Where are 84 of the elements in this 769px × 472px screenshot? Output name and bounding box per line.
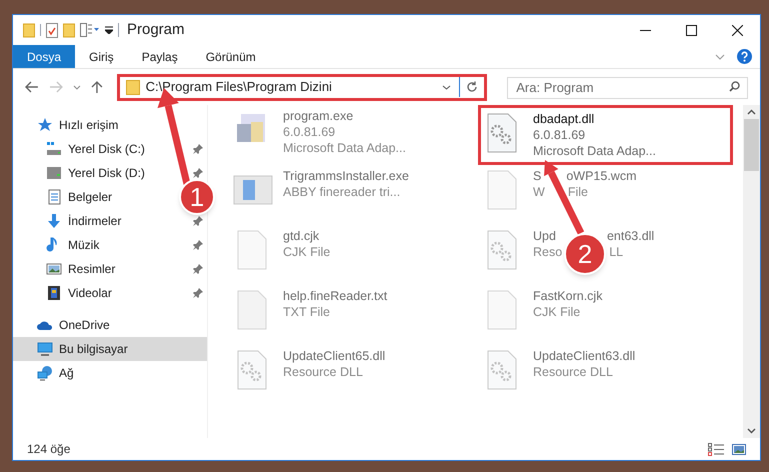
- file-detail: Resource DLL: [533, 364, 613, 381]
- file-detail: 6.0.81.69: [283, 124, 336, 141]
- pin-icon[interactable]: [193, 264, 203, 274]
- file-name: TrigrammsInstaller.exe: [283, 168, 409, 185]
- expand-ribbon-icon[interactable]: [715, 54, 725, 60]
- address-dropdown-icon[interactable]: [442, 84, 452, 90]
- file-name: help.fineReader.txt: [283, 288, 388, 305]
- recent-locations-icon[interactable]: [72, 84, 81, 90]
- sidebar-item[interactable]: Belgeler: [68, 188, 112, 206]
- file-detail: W: [533, 184, 545, 201]
- file-detail: File: [568, 184, 588, 201]
- file-name: oWP15.wcm: [566, 168, 636, 185]
- document-icon: [46, 189, 62, 205]
- scroll-up-icon[interactable]: [747, 109, 756, 115]
- file-name: UpdateClient65.dll: [283, 348, 386, 365]
- pin-icon[interactable]: [193, 216, 203, 226]
- details-view-icon[interactable]: [708, 442, 724, 456]
- up-icon[interactable]: [90, 80, 103, 94]
- ribbon-tab[interactable]: Dosya: [13, 45, 76, 68]
- minimize-icon: [640, 28, 650, 32]
- sidebar-item[interactable]: Resimler: [68, 260, 116, 278]
- sidebar-item[interactable]: Yerel Disk (C:): [68, 140, 145, 158]
- file-name: S: [533, 168, 542, 185]
- film-icon: [46, 285, 62, 301]
- sidebar-item[interactable]: Hızlı erişim: [59, 116, 118, 134]
- file-name: gtd.cjk: [283, 228, 320, 245]
- file-detail: CJK File: [533, 304, 580, 321]
- file-detail: Reso: [533, 244, 562, 261]
- file-detail: LL: [609, 244, 624, 261]
- close-icon: [732, 24, 742, 36]
- pin-icon[interactable]: [193, 288, 203, 298]
- file-detail: Resource DLL: [283, 364, 363, 381]
- back-icon[interactable]: [25, 81, 39, 93]
- star-icon: [37, 117, 53, 133]
- search-field[interactable]: Ara: Program: [507, 76, 748, 98]
- search-icon[interactable]: [729, 81, 740, 92]
- sidebar-item[interactable]: İndirmeler: [68, 212, 122, 230]
- large-icons-view-icon[interactable]: [732, 444, 746, 454]
- sidebar-item[interactable]: Videolar: [68, 284, 112, 302]
- drive-icon: [46, 141, 62, 157]
- picture-icon: [46, 261, 62, 277]
- scroll-down-icon[interactable]: [747, 428, 756, 434]
- file-detail: TXT File: [283, 304, 330, 321]
- new-folder-icon[interactable]: [63, 22, 75, 38]
- file-name: ent63.dll: [606, 228, 654, 245]
- scrollbar[interactable]: [743, 105, 760, 438]
- properties-icon[interactable]: [46, 22, 58, 38]
- network-icon: [37, 365, 53, 381]
- address-bar[interactable]: C:\Program Files\Program Dizini: [116, 74, 488, 100]
- sidebar-item[interactable]: Bu bilgisayar: [13, 337, 207, 361]
- pin-icon[interactable]: [193, 168, 203, 178]
- file-name: dbadapt.dll: [533, 110, 594, 128]
- file-detail: CJK File: [283, 244, 330, 261]
- sidebar-item[interactable]: Ağ: [59, 364, 74, 382]
- view-list-icon[interactable]: [80, 23, 100, 37]
- help-icon[interactable]: [737, 49, 752, 64]
- sidebar-item[interactable]: OneDrive: [59, 316, 110, 334]
- maximize-icon: [686, 24, 696, 36]
- window-title: Program: [127, 20, 185, 40]
- customize-toolbar-icon[interactable]: [105, 26, 113, 34]
- scroll-thumb[interactable]: [744, 119, 759, 171]
- file-name: program.exe: [283, 108, 354, 125]
- address-path: C:\Program Files\Program Dizini: [146, 78, 332, 96]
- file-detail: 6.0.81.69: [533, 126, 586, 144]
- sidebar-item[interactable]: Müzik: [68, 236, 100, 254]
- pin-icon[interactable]: [193, 144, 203, 154]
- item-count: 124 öğe: [27, 441, 70, 458]
- file-name: Upd: [533, 228, 556, 245]
- file-name: FastKorn.cjk: [533, 288, 602, 305]
- drive-icon: [46, 165, 62, 181]
- folder-icon[interactable]: [23, 22, 35, 38]
- folder-icon: [126, 80, 140, 94]
- ribbon-tab[interactable]: Görünüm: [192, 45, 270, 68]
- file-detail: ABBY finereader tri...: [283, 184, 400, 201]
- file-detail: Microsoft Data Adap...: [533, 142, 656, 160]
- pin-icon[interactable]: [193, 240, 203, 250]
- ribbon-tab[interactable]: Giriş: [75, 45, 128, 68]
- refresh-icon[interactable]: [466, 81, 478, 93]
- file-detail: Microsoft Data Adap...: [283, 140, 406, 157]
- monitor-icon: [37, 341, 53, 357]
- sidebar-item[interactable]: Yerel Disk (D:): [68, 164, 145, 182]
- ribbon-tab[interactable]: Paylaş: [128, 45, 192, 68]
- download-icon: [46, 213, 62, 229]
- file-name: UpdateClient63.dll: [533, 348, 636, 365]
